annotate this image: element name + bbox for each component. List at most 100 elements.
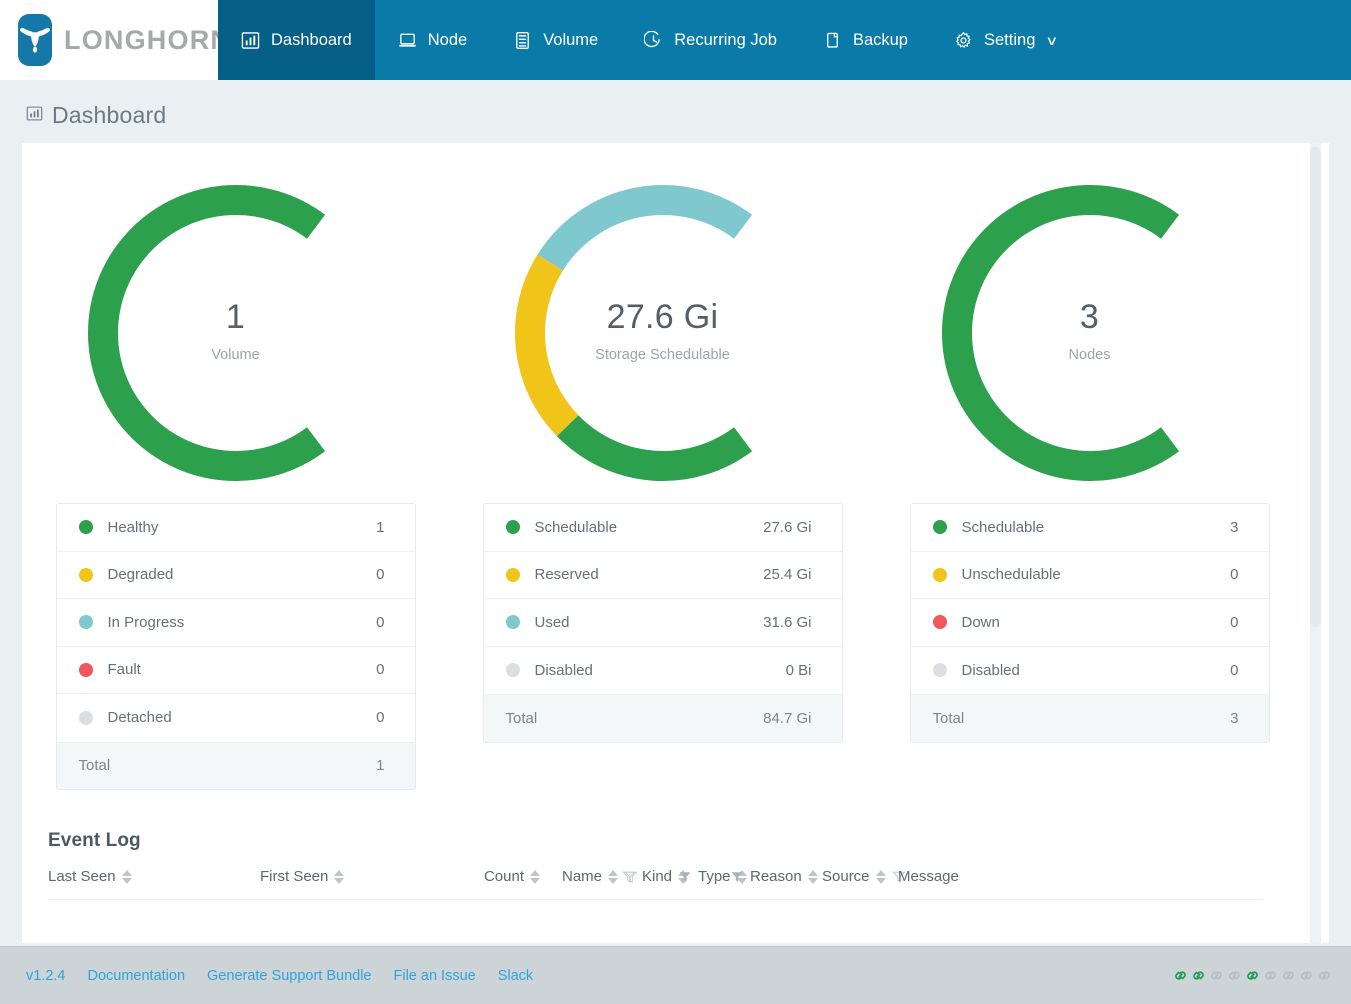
link-chain-icon [1211,971,1222,980]
nav-item-setting[interactable]: Setting ∨ [931,0,1080,80]
nav-item-backup[interactable]: Backup [800,0,931,80]
status-dot-icon [78,615,93,630]
legend-row-label: Fault [107,661,141,679]
top-navigation-bar: LONGHORN Dashboard Node Volume Recurring… [0,0,1351,80]
nodes-gauge-column: 3 Nodes Schedulable 3 Unschedulable 0 Down 0 D… [876,173,1303,790]
legend-row-label: Down [961,613,1000,631]
nodes-gauge-svg [941,185,1179,481]
event-log-column-label: Type [698,868,731,885]
server-icon [513,31,532,50]
footer-link-slack[interactable]: Slack [498,968,533,984]
websocket-status-links [1172,967,1333,984]
volume-gauge: 1 Volume [66,173,406,483]
nav-label-node: Node [427,30,468,49]
event-log-column-message[interactable]: Message [898,868,959,885]
volume-total-label: Total [78,757,111,775]
footer-link-documentation[interactable]: Documentation [88,968,186,984]
sort-arrows-icon[interactable] [530,869,540,884]
status-dot-icon [78,520,93,535]
event-log-column-label: Message [898,868,959,885]
nav-item-node[interactable]: Node [375,0,490,80]
nodes-total-value: 3 [1230,709,1239,727]
event-log-column-reason[interactable]: Reason [730,868,818,885]
nav-item-dashboard[interactable]: Dashboard [218,0,375,80]
legend-row-value: 0 [376,613,385,631]
nav-items: Dashboard Node Volume Recurring Job Back… [218,0,1080,80]
card-scrollbar[interactable] [1310,143,1321,943]
nav-label-recurring-job: Recurring Job [674,30,777,49]
sort-arrows-icon[interactable] [121,869,132,884]
legend-row: In Progress 0 [56,599,415,647]
gauges-row: 1 Volume Healthy 1 Degraded 0 In Progress 0 Fa… [22,143,1303,790]
legend-row: Disabled 0 Bi [484,647,842,695]
event-log-column-count[interactable]: Count [472,868,540,885]
event-log-column-label: First Seen [260,868,329,885]
status-dot-icon [932,663,947,678]
link-chain-icon [1247,971,1258,980]
footer-bar: v1.2.4 Documentation Generate Support Bu… [0,946,1351,1004]
event-log-column-label: Kind [642,868,673,885]
chevron-down-icon: ∨ [1045,33,1059,48]
filter-funnel-icon[interactable] [622,870,636,884]
filter-funnel-icon[interactable] [678,870,692,884]
nav-label-volume: Volume [543,30,599,49]
link-chain-icon [1193,971,1204,980]
sort-arrows-icon[interactable] [608,869,619,884]
event-log-column-first-seen[interactable]: First Seen [260,868,472,885]
event-log-column-name[interactable]: Name [562,868,638,885]
footer-version[interactable]: v1.2.4 [26,968,66,984]
nodes-gauge: 3 Nodes [920,173,1260,483]
legend-row-label: Schedulable [961,518,1045,536]
footer-link-file-an-issue[interactable]: File an Issue [393,968,475,984]
event-log-section: Event Log Last Seen First Seen Count Name Ki… [48,830,1303,900]
gear-icon [954,31,973,50]
event-log-column-type[interactable]: Type [678,868,747,885]
sort-arrows-icon[interactable] [875,869,886,884]
legend-row-value: 1 [376,518,385,536]
legend-row: Reserved 25.4 Gi [483,552,842,599]
legend-row: Schedulable 3 [910,504,1269,552]
legend-row: Healthy 1 [56,504,415,552]
legend-row-label: In Progress [107,613,185,631]
event-log-column-source[interactable]: Source [822,868,906,885]
legend-row: Detached 0 [57,694,415,742]
nav-label-backup: Backup [852,30,908,49]
status-dot-icon [932,520,947,535]
sort-arrows-icon[interactable] [807,869,818,884]
legend-row: Unschedulable 0 [910,552,1269,599]
legend-row-label: Detached [107,709,172,727]
nav-item-volume[interactable]: Volume [490,0,621,80]
card-scrollbar-thumb[interactable] [1310,147,1321,627]
event-log-column-label: Count [483,868,524,885]
bar-chart-icon [26,105,43,127]
nav-item-recurring-job[interactable]: Recurring Job [621,0,800,80]
filter-funnel-icon[interactable] [730,870,744,884]
storage-total-label: Total [505,709,538,727]
clock-icon [644,30,663,50]
legend-row: Schedulable 27.6 Gi [483,504,842,552]
dashboard-card-wrapper: 1 Volume Healthy 1 Degraded 0 In Progress 0 Fa… [22,143,1329,943]
volume-gauge-segment-healthy [87,185,325,481]
sort-arrows-icon[interactable] [334,869,345,884]
legend-row-label: Used [534,613,570,631]
event-log-title: Event Log [48,830,141,851]
volume-legend-rows: Healthy 1 Degraded 0 In Progress 0 Fault 0 Detac… [56,504,415,742]
footer-link-generate-support-bundle[interactable]: Generate Support Bundle [207,968,371,984]
nav-label-dashboard: Dashboard [271,30,352,49]
storage-gauge-segment-used [537,185,752,271]
longhorn-bull-icon [18,14,52,66]
legend-row-value: 3 [1230,518,1239,536]
page-title-bar: Dashboard [0,80,1351,143]
status-dot-icon [932,615,947,630]
legend-row: Used 31.6 Gi [483,599,842,647]
link-chain-icon [1175,971,1186,980]
brand-logo[interactable]: LONGHORN [0,0,230,80]
legend-row-label: Schedulable [534,518,618,536]
legend-row-value: 0 [1230,613,1239,631]
storage-legend-rows: Schedulable 27.6 Gi Reserved 25.4 Gi Used 31.… [483,504,842,695]
storage-gauge-svg [514,185,752,481]
volume-legend-total-row: Total 1 [56,741,415,789]
event-log-column-last-seen[interactable]: Last Seen [48,868,260,885]
legend-row: Degraded 0 [56,552,415,599]
event-log-column-kind[interactable]: Kind [622,868,689,885]
